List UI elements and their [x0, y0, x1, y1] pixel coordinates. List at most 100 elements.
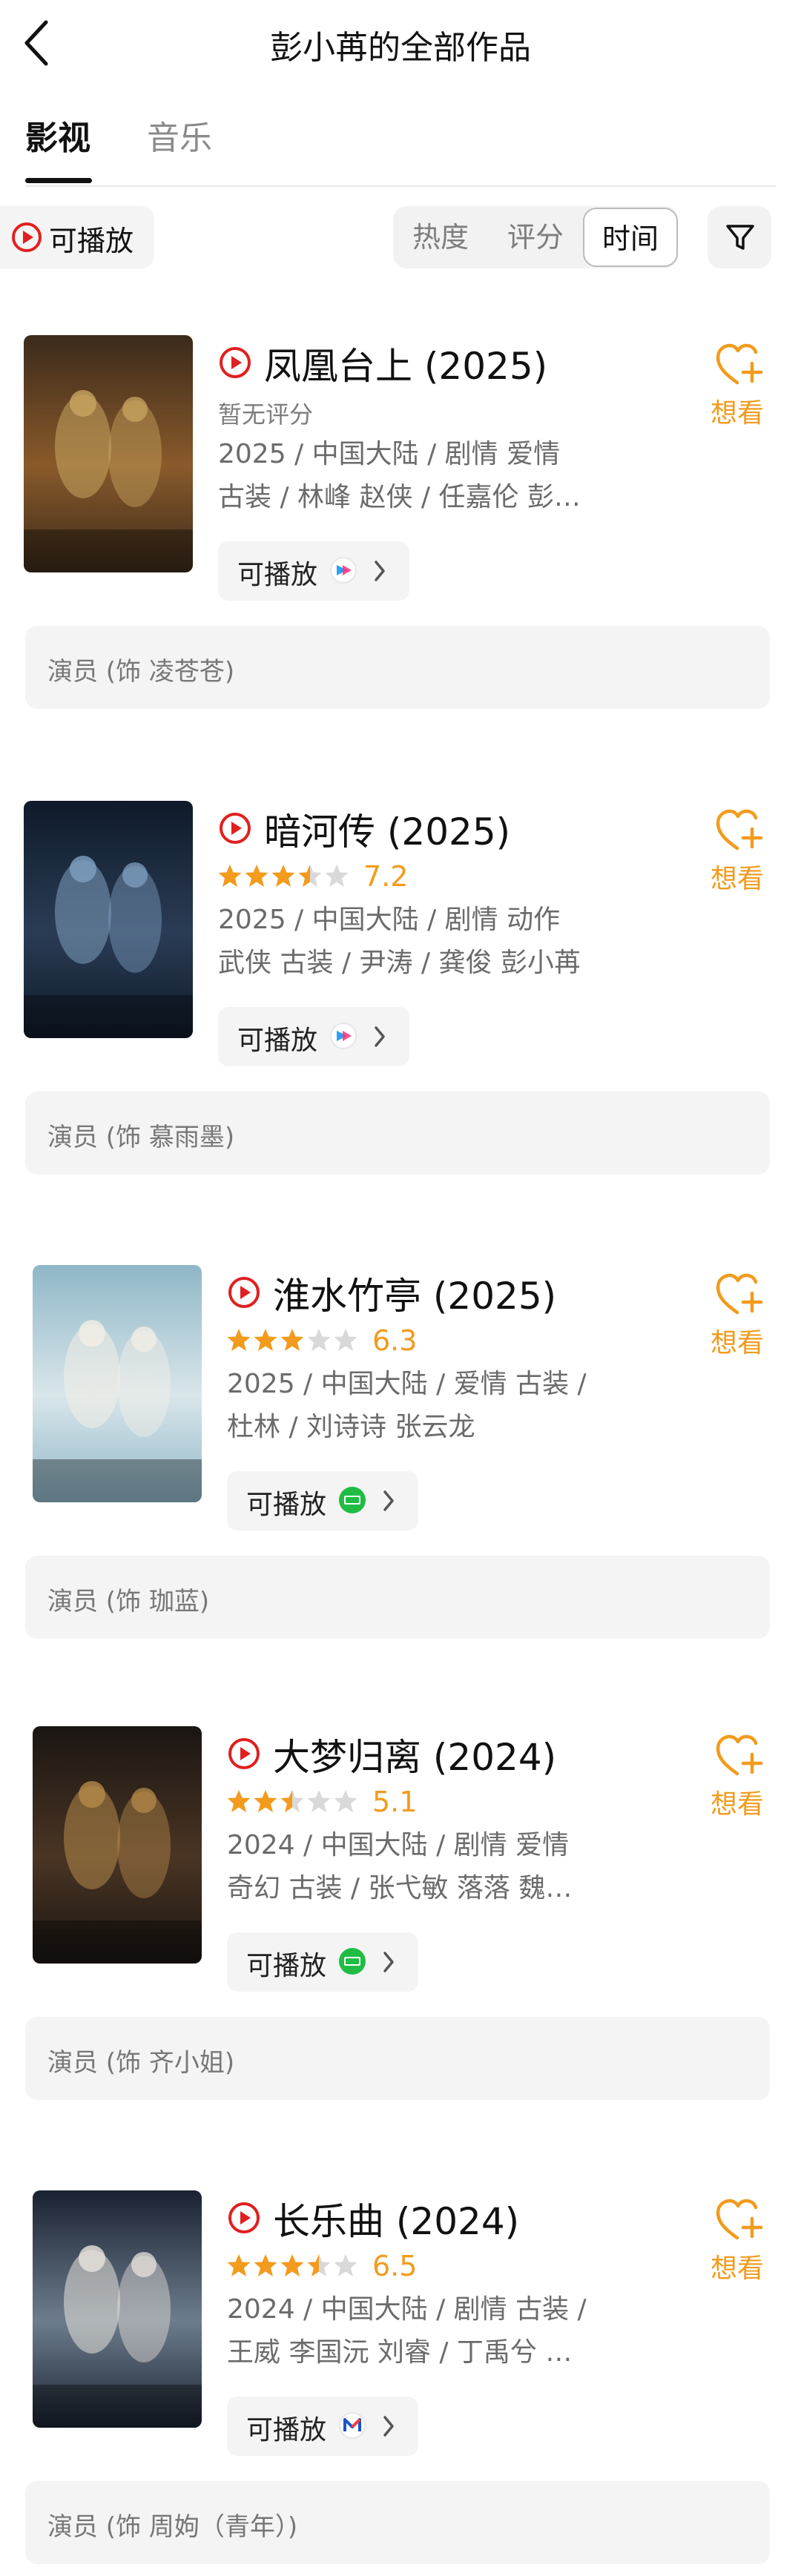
want-to-watch-button[interactable]: 想看	[711, 2190, 770, 2294]
rating-stars	[218, 865, 349, 887]
work-meta-line2: 杜林 / 刘诗诗 张云龙	[227, 1412, 475, 1442]
rating-score: 5.1	[372, 1786, 418, 1818]
poster-fenghuang-taishang	[24, 335, 193, 572]
work-title: 暗河传 (2025)	[264, 810, 511, 853]
heart-plus-icon	[716, 343, 763, 385]
no-rating-text: 暂无评分	[218, 400, 314, 429]
active-tab-indicator	[25, 178, 92, 183]
filter-button[interactable]	[708, 206, 771, 268]
star-empty	[307, 1329, 331, 1351]
play-source-label: 可播放	[246, 2415, 327, 2445]
want-to-watch-label: 想看	[711, 1789, 765, 1820]
sort-by-rating[interactable]: 评分	[488, 206, 583, 268]
star-full	[271, 865, 295, 887]
star-empty	[334, 1790, 357, 1812]
rating-stars	[227, 1790, 357, 1812]
work-title: 长乐曲 (2024)	[273, 2200, 520, 2243]
rating-score: 6.3	[372, 1324, 418, 1357]
youku-icon	[330, 557, 357, 584]
play-source-label: 可播放	[237, 560, 318, 590]
want-to-watch-button[interactable]: 想看	[711, 1265, 770, 1369]
work-card[interactable]: 大梦归离 (2024) 5.1 2024 / 中国大陆 / 剧情 爱情 奇幻 古…	[0, 1726, 801, 2112]
play-circle-icon	[220, 347, 251, 378]
poster-image[interactable]	[33, 1265, 202, 1502]
work-meta-line2: 王威 李国沅 刘睿 / 丁禹兮 …	[227, 2337, 573, 2368]
play-circle-icon	[228, 2202, 260, 2233]
want-to-watch-button[interactable]: 想看	[711, 335, 770, 439]
poster-image[interactable]	[33, 2190, 202, 2428]
play-source-button[interactable]: 可播放	[227, 1471, 418, 1530]
playable-filter-button[interactable]: 可播放	[0, 206, 154, 268]
tabs-divider	[25, 185, 776, 187]
star-full	[254, 1329, 277, 1351]
role-info: 演员 (饰 慕雨墨)	[25, 1092, 770, 1175]
star-full	[227, 1790, 251, 1812]
want-to-watch-label: 想看	[711, 2253, 765, 2284]
page-title: 彭小苒的全部作品	[270, 29, 531, 67]
play-source-button[interactable]: 可播放	[218, 1007, 409, 1066]
iqiyi-icon	[339, 1948, 366, 1975]
star-full	[245, 865, 268, 887]
poster-image[interactable]	[24, 335, 193, 572]
want-to-watch-label: 想看	[711, 398, 765, 429]
play-source-button[interactable]: 可播放	[227, 2397, 418, 2456]
rating-stars	[227, 1329, 357, 1351]
role-text: 演员 (饰 慕雨墨)	[47, 1123, 235, 1152]
sort-by-time[interactable]: 时间	[583, 208, 678, 267]
top-bar: 彭小苒的全部作品	[0, 0, 801, 89]
rating-score: 7.2	[363, 860, 409, 893]
star-empty	[307, 1790, 331, 1812]
poster-dameng-guili	[33, 1726, 202, 1964]
play-source-label: 可播放	[246, 1490, 327, 1520]
sort-by-popularity[interactable]: 热度	[393, 206, 488, 268]
work-meta-line1: 2025 / 中国大陆 / 剧情 动作	[218, 905, 561, 935]
role-text: 演员 (饰 珈蓝)	[47, 1587, 210, 1616]
role-info: 演员 (饰 齐小姐)	[25, 2017, 770, 2100]
play-circle-icon	[228, 1738, 260, 1769]
mgtv-icon	[339, 2412, 366, 2439]
poster-changle-qu	[33, 2190, 202, 2428]
chevron-right-icon	[383, 2416, 394, 2437]
sort-segmented-control: 热度 评分 时间	[393, 206, 678, 268]
want-to-watch-button[interactable]: 想看	[711, 801, 770, 905]
funnel-icon	[726, 225, 754, 250]
work-title: 大梦归离 (2024)	[273, 1736, 557, 1779]
play-source-label: 可播放	[246, 1951, 327, 1981]
play-circle-icon	[12, 222, 42, 252]
work-meta-line1: 2025 / 中国大陆 / 剧情 爱情	[218, 439, 561, 469]
star-full	[254, 1790, 277, 1812]
poster-image[interactable]	[24, 801, 193, 1038]
work-card[interactable]: 长乐曲 (2024) 6.5 2024 / 中国大陆 / 剧情 古装 / 王威 …	[0, 2190, 801, 2576]
work-card[interactable]: 淮水竹亭 (2025) 6.3 2025 / 中国大陆 / 爱情 古装 / 杜林…	[0, 1265, 801, 1651]
tab-film-tv[interactable]: 影视	[25, 111, 90, 159]
work-title: 淮水竹亭 (2025)	[273, 1275, 557, 1318]
want-to-watch-label: 想看	[711, 1328, 765, 1358]
heart-plus-icon	[716, 1273, 763, 1315]
role-text: 演员 (饰 周姁（青年）)	[47, 2512, 298, 2542]
work-meta-line1: 2024 / 中国大陆 / 剧情 爱情	[227, 1830, 570, 1860]
rating-score: 6.5	[372, 2250, 418, 2282]
playable-filter-label: 可播放	[49, 225, 134, 257]
play-source-button[interactable]: 可播放	[218, 541, 409, 601]
star-empty	[334, 1329, 357, 1351]
chevron-right-icon	[383, 1490, 394, 1511]
work-card[interactable]: 暗河传 (2025) 7.2 2025 / 中国大陆 / 剧情 动作 武侠 古装…	[0, 801, 801, 1186]
role-text: 演员 (饰 齐小姐)	[47, 2048, 235, 2078]
role-info: 演员 (饰 凌苍苍)	[25, 626, 770, 709]
rating-stars	[227, 2254, 357, 2276]
chevron-right-icon	[383, 1952, 394, 1972]
want-to-watch-button[interactable]: 想看	[711, 1726, 770, 1830]
work-meta-line2: 奇幻 古装 / 张弋敏 落落 魏…	[227, 1873, 573, 1903]
star-full	[227, 2254, 251, 2276]
work-title: 凤凰台上 (2025)	[264, 345, 548, 388]
work-card[interactable]: 凤凰台上 (2025) 暂无评分 2025 / 中国大陆 / 剧情 爱情 古装 …	[0, 335, 801, 721]
play-circle-icon	[228, 1277, 260, 1308]
work-meta-line1: 2025 / 中国大陆 / 爱情 古装 /	[227, 1369, 587, 1399]
poster-anhe-zhuan	[24, 801, 193, 1038]
play-source-button[interactable]: 可播放	[227, 1932, 418, 1992]
poster-image[interactable]	[33, 1726, 202, 1964]
tab-music[interactable]: 音乐	[147, 111, 212, 159]
star-full	[280, 1329, 304, 1351]
poster-huaishui-zhuting	[33, 1265, 202, 1502]
play-circle-icon	[220, 813, 251, 844]
